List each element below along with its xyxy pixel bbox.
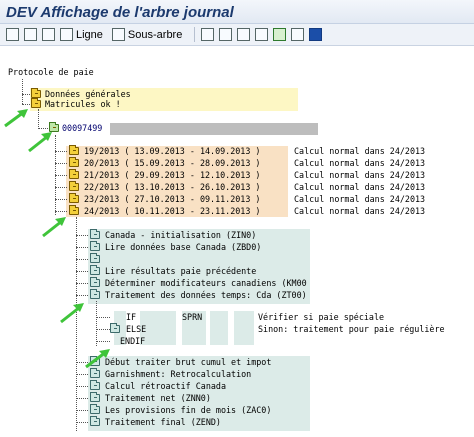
rule-op-else[interactable]: ELSE — [126, 324, 146, 334]
step-retroactif[interactable]: Calcul rétroactif Canada — [105, 381, 226, 391]
toolbar: Ligne Sous-arbre — [0, 24, 474, 46]
annotation-arrow-icon — [42, 217, 66, 238]
period-row-23[interactable]: 23/2013 ( 27.10.2013 - 09.11.2013 ) — [84, 194, 260, 204]
step-zend[interactable]: Traitement final (ZEND) — [105, 417, 221, 427]
folder-icon[interactable] — [69, 181, 79, 191]
expand-all-icon[interactable] — [6, 28, 19, 41]
folder-icon[interactable] — [69, 145, 79, 155]
period-status-19: Calcul normal dans 24/2013 — [294, 146, 426, 156]
period-status-21: Calcul normal dans 24/2013 — [294, 170, 426, 180]
journal-tree: Protocole de paie Données générales Matr… — [0, 47, 474, 437]
rule-op-if[interactable]: IF — [126, 312, 136, 322]
folder-icon[interactable] — [90, 277, 100, 287]
toolbar-separator — [194, 27, 196, 42]
find-icon[interactable] — [201, 28, 215, 41]
list-icon[interactable] — [219, 28, 233, 41]
rule-arg-sprn: SPRN — [182, 312, 203, 322]
step-debut-traiter[interactable]: Début traiter brut cumul et impot — [105, 357, 271, 367]
annotation-arrow-icon — [60, 303, 84, 324]
info-icon[interactable] — [309, 28, 323, 41]
step-garnishment[interactable]: Garnishment: Retrocalculation — [105, 369, 251, 379]
tree-node-matricules-ok[interactable]: Matricules ok ! — [45, 99, 121, 109]
folder-icon[interactable] — [90, 368, 100, 378]
step-zbd0[interactable]: Lire données base Canada (ZBD0) — [105, 242, 261, 252]
ligne-button[interactable]: Ligne — [60, 28, 103, 41]
save-icon[interactable] — [273, 28, 287, 41]
folder-icon[interactable] — [69, 157, 79, 167]
settings-icon[interactable] — [237, 28, 251, 41]
collapse-all-icon[interactable] — [24, 28, 37, 41]
folder-open-icon[interactable] — [31, 98, 41, 108]
step-zac0[interactable]: Les provisions fin de mois (ZAC0) — [105, 405, 271, 415]
folder-open-icon[interactable] — [90, 289, 100, 299]
folder-icon[interactable] — [31, 88, 41, 98]
period-status-20: Calcul normal dans 24/2013 — [294, 158, 426, 168]
line-icon — [60, 28, 73, 41]
subtree-icon — [111, 28, 125, 41]
folder-icon[interactable] — [90, 265, 100, 275]
period-row-21[interactable]: 21/2013 ( 29.09.2013 - 12.10.2013 ) — [84, 170, 260, 180]
folder-icon[interactable] — [90, 253, 100, 263]
tree-root-label: Protocole de paie — [8, 67, 94, 77]
folder-icon[interactable] — [69, 169, 79, 179]
annotation-arrow-icon — [4, 109, 28, 128]
period-status-23: Calcul normal dans 24/2013 — [294, 194, 426, 204]
print-icon[interactable] — [255, 28, 269, 41]
annotation-arrow-icon — [28, 132, 52, 153]
rule-op-endif[interactable]: ENDIF — [120, 336, 145, 346]
folder-icon[interactable] — [90, 229, 100, 239]
window-title: DEV Affichage de l'arbre journal — [0, 0, 474, 24]
rule-comment-else: Sinon: traitement pour paie régulière — [258, 324, 445, 334]
step-lire-resultats[interactable]: Lire résultats paie précédente — [105, 266, 256, 276]
choose-icon[interactable] — [42, 28, 55, 41]
folder-icon[interactable] — [90, 241, 100, 251]
folder-icon[interactable] — [90, 416, 100, 426]
step-zin0[interactable]: Canada - initialisation (ZIN0) — [105, 230, 256, 240]
period-status-22: Calcul normal dans 24/2013 — [294, 182, 426, 192]
tree-node-employee[interactable]: 00097499 — [62, 123, 102, 133]
period-row-19[interactable]: 19/2013 ( 13.09.2013 - 14.09.2013 ) — [84, 146, 260, 156]
period-row-20[interactable]: 20/2013 ( 15.09.2013 - 28.09.2013 ) — [84, 158, 260, 168]
sous-arbre-button[interactable]: Sous-arbre — [111, 28, 183, 41]
ligne-button-label: Ligne — [76, 28, 103, 41]
folder-icon[interactable] — [90, 380, 100, 390]
period-status-24: Calcul normal dans 24/2013 — [294, 206, 426, 216]
step-km00[interactable]: Déterminer modificateurs canadiens (KM00 — [105, 278, 307, 288]
period-row-24[interactable]: 24/2013 ( 10.11.2013 - 23.11.2013 ) — [84, 206, 260, 216]
annotation-arrow-icon — [85, 349, 110, 369]
period-row-22[interactable]: 22/2013 ( 13.10.2013 - 26.10.2013 ) — [84, 182, 260, 192]
step-znn0[interactable]: Traitement net (ZNN0) — [105, 393, 211, 403]
rule-comment-if: Vérifier si paie spéciale — [258, 312, 385, 322]
folder-icon[interactable] — [90, 392, 100, 402]
folder-icon[interactable] — [90, 404, 100, 414]
sous-arbre-button-label: Sous-arbre — [127, 28, 183, 41]
folder-icon[interactable] — [69, 193, 79, 203]
tree-node-donnees-generales[interactable]: Données générales — [45, 89, 131, 99]
step-zt00[interactable]: Traitement des données temps: Cda (ZT00) — [105, 290, 307, 300]
employee-name-field — [110, 123, 318, 135]
folder-open-icon[interactable] — [69, 205, 79, 215]
export-icon[interactable] — [291, 28, 305, 41]
folder-icon[interactable] — [110, 323, 120, 333]
